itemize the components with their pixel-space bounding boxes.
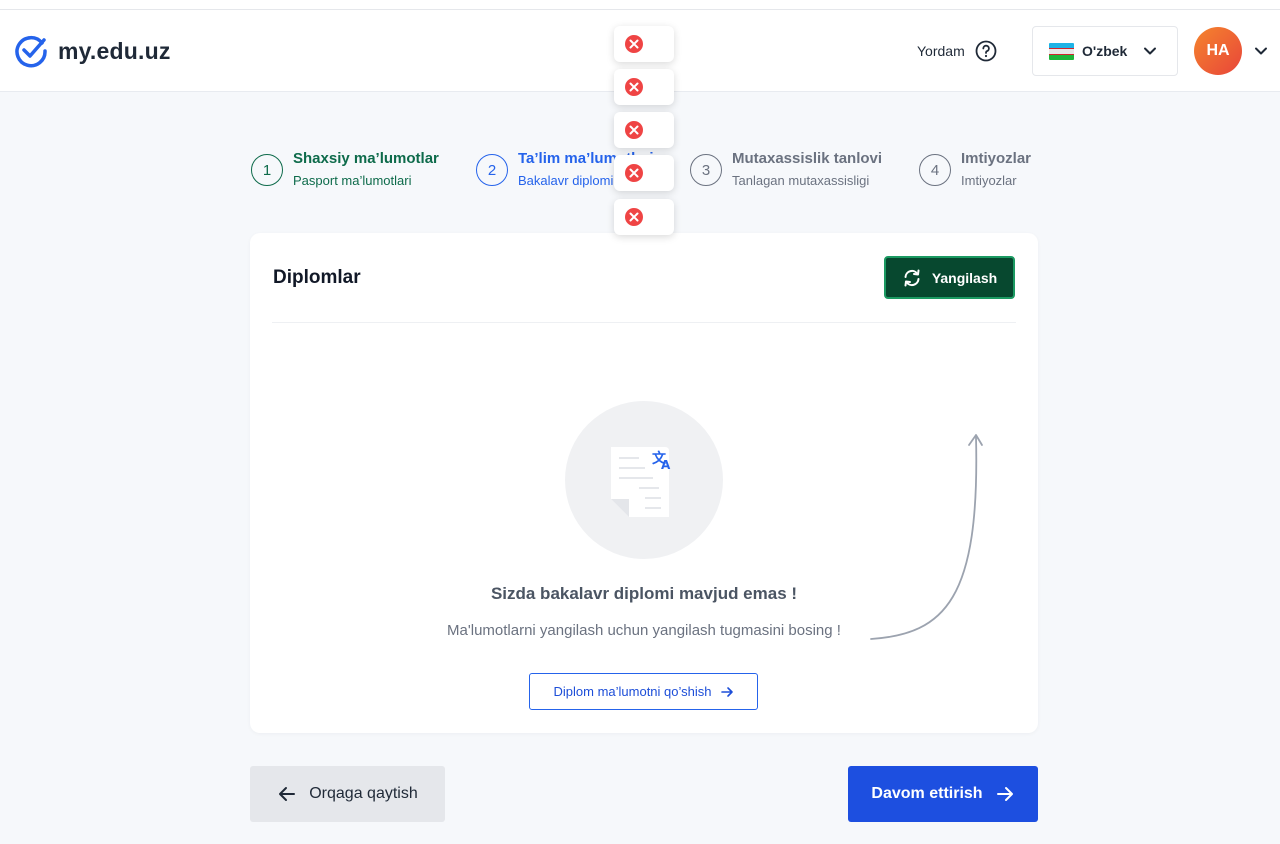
refresh-label: Yangilash <box>931 269 998 286</box>
logo-text: my.edu.uz <box>58 37 171 64</box>
error-icon <box>625 78 643 96</box>
step-number: 4 <box>919 154 951 186</box>
help-link[interactable]: Yordam <box>917 40 997 62</box>
avatar[interactable]: HA <box>1194 27 1242 75</box>
error-toast[interactable] <box>614 69 674 105</box>
step-title: Shaxsiy ma’lumotlar <box>293 150 439 167</box>
error-toast[interactable] <box>614 199 674 235</box>
logo[interactable]: my.edu.uz <box>14 34 171 68</box>
back-button[interactable]: Orqaga qaytish <box>250 766 445 822</box>
arrow-right-icon <box>720 686 733 697</box>
continue-button[interactable]: Davom ettirish <box>848 766 1038 822</box>
step-specialty-choice[interactable]: 3 Mutaxassislik tanlovi Tanlagan mutaxas… <box>690 150 882 188</box>
step-title: Imtiyozlar <box>961 150 1032 167</box>
step-number: 2 <box>476 154 508 186</box>
error-icon <box>625 35 643 53</box>
divider <box>272 322 1016 323</box>
error-icon <box>625 164 643 182</box>
empty-state-illustration: 文 A <box>565 401 723 559</box>
step-title: Mutaxassislik tanlovi <box>732 150 883 167</box>
empty-state-title: Sizda bakalavr diplomi mavjud emas ! <box>490 584 798 603</box>
back-label: Orqaga qaytish <box>309 785 418 802</box>
language-select[interactable]: O'zbek <box>1032 26 1178 76</box>
refresh-button[interactable]: Yangilash <box>884 256 1015 299</box>
help-label: Yordam <box>917 43 965 59</box>
arrow-left-icon <box>279 787 296 801</box>
error-icon <box>625 208 643 226</box>
language-label: O'zbek <box>1082 43 1128 59</box>
uzbekistan-flag-icon <box>1049 42 1074 60</box>
check-circle-icon <box>15 35 47 68</box>
add-diploma-label: Diplom ma’lumotni qo’shish <box>553 684 712 699</box>
question-circle-icon <box>975 40 997 62</box>
error-toast[interactable] <box>614 112 674 148</box>
error-toast[interactable] <box>614 26 674 62</box>
step-subtitle: Pasport ma’lumotlari <box>293 173 412 188</box>
step-number: 1 <box>251 154 283 186</box>
chevron-down-icon <box>1144 47 1157 55</box>
step-personal-info[interactable]: 1 Shaxsiy ma’lumotlar Pasport ma’lumotla… <box>251 150 439 188</box>
step-number: 3 <box>690 154 722 186</box>
diplomas-card: Diplomlar Yangilash 文 A Sizda bakalavr d… <box>250 233 1038 733</box>
step-privileges[interactable]: 4 Imtiyozlar Imtiyozlar <box>919 150 1031 188</box>
top-strip <box>0 0 1280 10</box>
continue-label: Davom ettirish <box>871 785 983 802</box>
step-subtitle: Tanlagan mutaxassisligi <box>732 173 870 188</box>
svg-text:A: A <box>661 458 671 472</box>
document-translate-icon: 文 A <box>611 447 671 517</box>
refresh-icon <box>904 269 920 286</box>
card-title: Diplomlar <box>273 267 361 288</box>
curved-arrow-icon <box>870 434 983 640</box>
step-subtitle: Imtiyozlar <box>961 173 1017 188</box>
arrow-right-icon <box>996 787 1013 801</box>
add-diploma-button[interactable]: Diplom ma’lumotni qo’shish <box>529 673 758 710</box>
chevron-down-icon[interactable] <box>1254 44 1268 58</box>
empty-state-subtitle: Ma'lumotlarni yangilash uchun yangilash … <box>447 622 841 639</box>
error-toast[interactable] <box>614 155 674 191</box>
error-icon <box>625 121 643 139</box>
